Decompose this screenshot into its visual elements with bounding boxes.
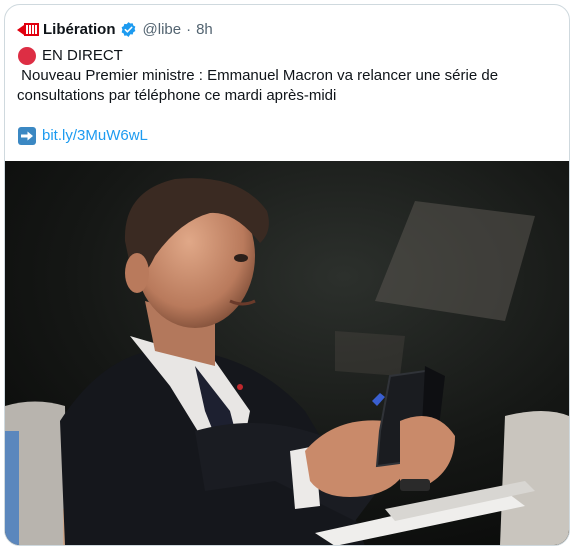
red-circle-icon: [18, 47, 36, 65]
tweet-timestamp[interactable]: 8h: [196, 21, 213, 38]
link-line: bit.ly/3MuW6wL: [17, 126, 557, 146]
tweet-photo[interactable]: [5, 161, 569, 545]
separator-dot: ·: [186, 20, 192, 38]
tweet-card[interactable]: Libération @libe · 8h EN DIRECT Nouveau …: [4, 4, 570, 546]
liberation-logo-icon[interactable]: [17, 20, 39, 38]
tweet-text: EN DIRECT Nouveau Premier ministre : Emm…: [17, 46, 557, 146]
author-handle[interactable]: @libe: [143, 21, 182, 38]
tweet-header: Libération @libe · 8h: [17, 18, 213, 40]
author-name[interactable]: Libération: [43, 21, 116, 38]
live-label: EN DIRECT: [42, 47, 123, 64]
tweet-link[interactable]: bit.ly/3MuW6wL: [42, 126, 148, 146]
live-line: EN DIRECT: [17, 46, 557, 66]
right-arrow-icon: [18, 127, 36, 145]
verified-badge-icon: [120, 21, 137, 38]
tweet-body: Nouveau Premier ministre : Emmanuel Macr…: [17, 67, 503, 104]
